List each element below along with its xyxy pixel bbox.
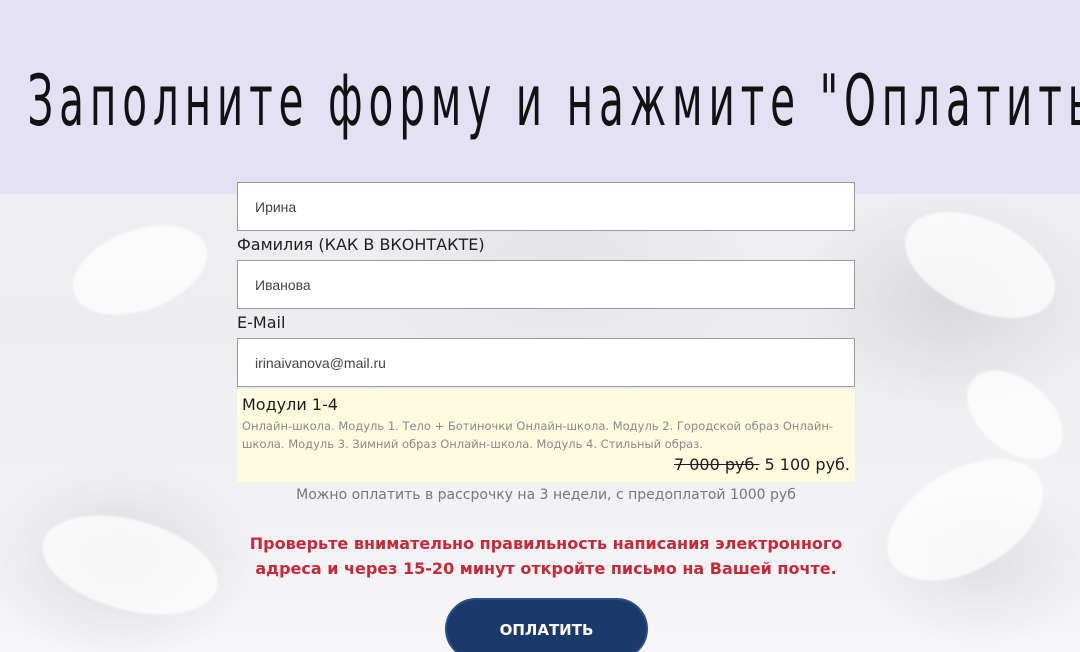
petal-decoration (950, 352, 1080, 478)
page-title: 2. Заполните форму и нажмите "Оплатить" (0, 60, 1080, 142)
last-name-label: Фамилия (КАК В ВКОНТАКТЕ) (237, 235, 485, 254)
old-price: 7 000 руб. (673, 455, 760, 474)
product-price: 7 000 руб. 5 100 руб. (674, 455, 850, 474)
petal-decoration (866, 434, 1064, 606)
email-warning: Проверьте внимательно правильность напис… (249, 534, 843, 578)
header-banner: 2. Заполните форму и нажмите "Оплатить" (0, 0, 1080, 194)
pay-button[interactable]: ОПЛАТИТЬ (445, 598, 648, 652)
product-card: Модули 1-4 Онлайн-школа. Модуль 1. Тело … (237, 389, 855, 482)
installment-note: Можно оплатить в рассрочку на 3 недели, … (296, 487, 796, 503)
product-description: Онлайн-школа. Модуль 1. Тело + Ботиночки… (242, 419, 833, 451)
email-label: E-Mail (237, 313, 286, 332)
new-price: 5 100 руб. (764, 455, 850, 474)
petal-decoration (60, 208, 220, 332)
first-name-input[interactable]: Ирина (237, 182, 855, 231)
petal-decoration (888, 190, 1072, 340)
product-name: Модули 1-4 (242, 395, 338, 414)
email-input[interactable]: irinaivanova@mail.ru (237, 338, 855, 387)
petal-decoration (31, 498, 229, 632)
last-name-input[interactable]: Иванова (237, 260, 855, 309)
